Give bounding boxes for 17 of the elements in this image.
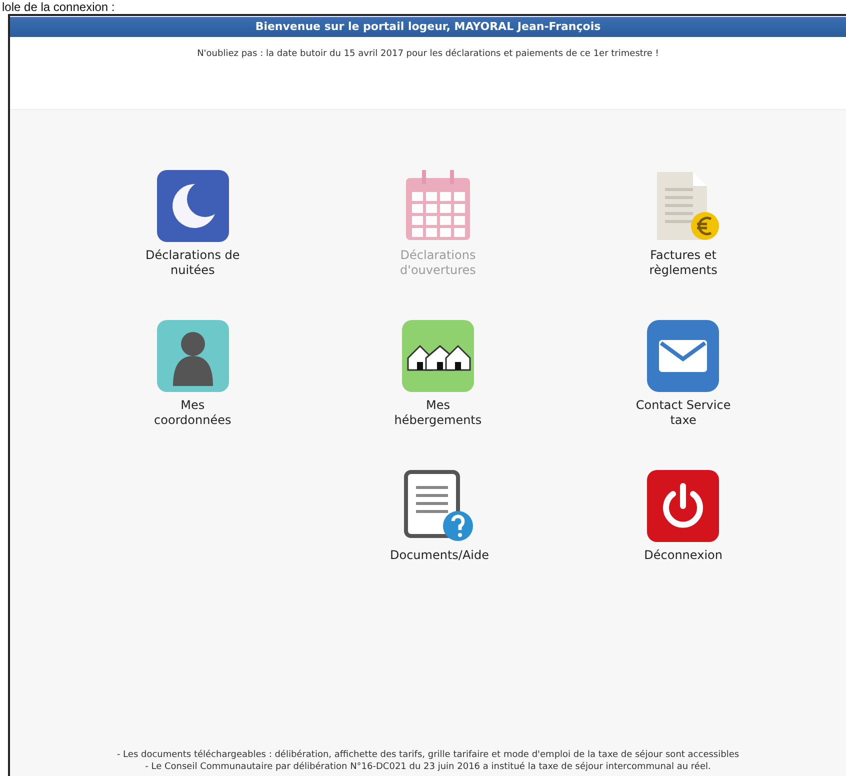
- moon-icon: [154, 168, 231, 244]
- deadline-notice: N'oubliez pas : la date butoir du 15 avril 2017 pour les déclarations et paiements de ce 1er trimestre !: [10, 37, 846, 110]
- menu-tile[interactable]: Factures et règlements: [608, 168, 758, 278]
- person-icon: [154, 318, 231, 394]
- menu-tile[interactable]: Contact Service taxe: [608, 318, 758, 428]
- caption-text: lole de la connexion :: [1, 0, 116, 14]
- menu-tile[interactable]: Documents/Aide: [362, 468, 513, 563]
- mail-icon: [645, 318, 722, 394]
- power-icon: [645, 468, 722, 544]
- houses-icon: [400, 318, 476, 394]
- menu-tile[interactable]: Déclarations de nuitées: [118, 168, 268, 278]
- welcome-header: Bienvenue sur le portail logeur, MAYORAL Jean-François: [10, 17, 846, 37]
- menu-tile[interactable]: Déconnexion: [608, 468, 758, 563]
- menu-tile[interactable]: Mes coordonnées: [118, 318, 268, 428]
- menu-tile[interactable]: Mes hébergements: [362, 318, 513, 428]
- footer-note: - Les documents téléchargeables : délibération, affichette des tarifs, grille tarifaire et mode d'emploi de la taxe de séjour sont accessibles: [116, 750, 740, 760]
- footer-note: - Le Conseil Communautaire par délibération N°16-DC021 du 23 juin 2016 a institué la taxe de séjour intercommunal au réel.: [145, 762, 711, 772]
